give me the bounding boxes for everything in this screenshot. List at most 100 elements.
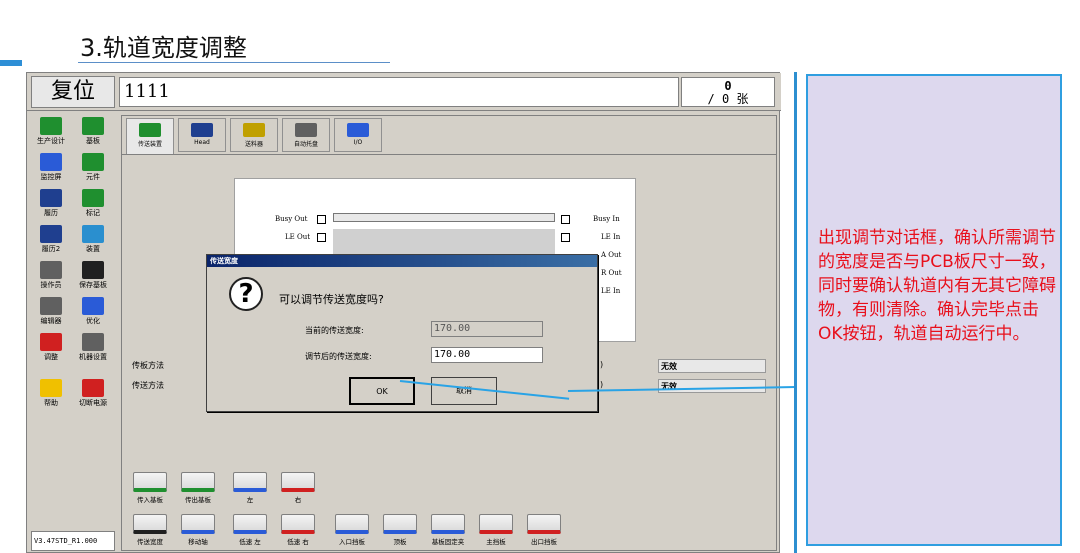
conveyor-rail	[333, 213, 555, 222]
sidebar-item-adjust[interactable]: 调整	[31, 331, 71, 367]
sidebar-item-label: 基板	[86, 137, 100, 145]
bottom-button-label: 传送宽度	[137, 538, 163, 546]
sidebar-item-editor[interactable]: 编辑器	[31, 295, 71, 331]
machine-settings-icon	[82, 333, 104, 351]
save-icon	[82, 261, 104, 279]
tray-icon	[295, 123, 317, 137]
exit-stopper-button[interactable]: 出口挡板	[522, 512, 566, 552]
sidebar-item-history2[interactable]: 履历2	[31, 223, 71, 259]
bottom-button-label: 传入基板	[137, 496, 163, 504]
main-stopper-icon	[479, 514, 513, 534]
bottom-button-label: 顶板	[393, 538, 407, 546]
board-in-button[interactable]: 传入基板	[128, 470, 172, 510]
annotation-text: 出现调节对话框，确认所需调节的宽度是否与PCB板尺寸一致，同时要确认轨道内有无其…	[818, 228, 1056, 344]
top-plate-icon	[383, 514, 417, 534]
board-out-button[interactable]: 传出基板	[176, 470, 220, 510]
sidebar-item-production-design[interactable]: 生产设计	[31, 115, 71, 151]
width-adjust-dialog: 传送宽度 ? 可以调节传送宽度吗? 当前的传送宽度: 170.00 调节后的传送…	[206, 254, 598, 412]
r-out-label: R Out	[601, 269, 622, 277]
sidebar-item-monitor[interactable]: 监控屏	[31, 151, 71, 187]
tab-label: 送料器	[244, 141, 263, 148]
bottom-button-label: 低速 右	[287, 538, 309, 546]
board-counter: 0 / 0 张	[681, 77, 775, 107]
tab-label: 自动托盘	[293, 141, 318, 148]
dialog-question: 可以调节传送宽度吗?	[279, 293, 384, 306]
left-arrow-button[interactable]: 左	[228, 470, 272, 510]
sidebar-item-label: 装置	[86, 245, 100, 253]
slow-left-icon	[233, 514, 267, 534]
help-icon	[40, 379, 62, 397]
tab-feeder[interactable]: 送料器	[230, 118, 278, 152]
sidebar-item-power[interactable]: 切断电源	[73, 377, 113, 413]
current-width-label: 当前的传送宽度:	[305, 326, 364, 335]
sidebar-item-machine-settings[interactable]: 机器设置	[73, 331, 113, 367]
sidebar-item-label: 优化	[86, 317, 100, 325]
title-accent-bar	[0, 60, 22, 66]
move-axis-button[interactable]: 移动轴	[176, 512, 220, 552]
sidebar-item-label: 操作员	[40, 281, 62, 289]
right-arrow-button[interactable]: 右	[276, 470, 320, 510]
sidebar-item-label: 编辑器	[40, 317, 62, 325]
sidebar: 生产设计 基板监控屏 元件履历 标记 履历2 装置操作员 保存基板编辑器 优化调整 机器设置帮助…	[31, 115, 117, 551]
bottom-button-label: 低速 左	[239, 538, 261, 546]
sidebar-item-history[interactable]: 履历	[31, 187, 71, 223]
device-icon	[82, 225, 104, 243]
sidebar-item-label: 机器设置	[79, 353, 107, 361]
bottom-button-label: 主挡板	[486, 538, 506, 546]
sidebar-item-component[interactable]: 元件	[73, 151, 113, 187]
version-label: V3.47STD_R1.000	[31, 531, 115, 551]
right-arrow-icon	[281, 472, 315, 492]
width-button[interactable]: 传送宽度	[128, 512, 172, 552]
busy-out-label: Busy Out	[275, 215, 308, 223]
sidebar-item-label: 生产设计	[37, 137, 65, 145]
tab-label: Head	[194, 139, 210, 146]
bottom-button-label: 传出基板	[185, 496, 211, 504]
optimize-icon	[82, 297, 104, 315]
width-icon	[133, 514, 167, 534]
sidebar-item-save[interactable]: 保存基板	[73, 259, 113, 295]
sidebar-item-label: 切断电源	[79, 399, 107, 407]
bottom-button-label: 移动轴	[188, 538, 208, 546]
a-out-label: A Out	[601, 251, 622, 259]
board-clamp-icon	[431, 514, 465, 534]
sidebar-item-help[interactable]: 帮助	[31, 377, 71, 413]
sidebar-item-board[interactable]: 基板	[73, 115, 113, 151]
sidebar-item-device[interactable]: 装置	[73, 223, 113, 259]
reset-button[interactable]: 复位	[31, 76, 115, 108]
bottom-button-label: 右	[294, 496, 302, 504]
tab-conveyor[interactable]: 传送装置	[126, 118, 174, 154]
tab-tray[interactable]: 自动托盘	[282, 118, 330, 152]
board-clamp-button[interactable]: 基板固定夹	[426, 512, 470, 552]
busy-in-check	[561, 215, 570, 224]
transfer-method-value[interactable]: 无效	[658, 359, 766, 373]
slow-right-icon	[281, 514, 315, 534]
sidebar-item-operator[interactable]: 操作员	[31, 259, 71, 295]
counter-bottom: / 0 张	[707, 92, 749, 106]
le-in-check	[561, 233, 570, 242]
sidebar-item-mark[interactable]: 标记	[73, 187, 113, 223]
bottom-button-label: 出口挡板	[531, 538, 557, 546]
bottom-button-label: 入口挡板	[339, 538, 365, 546]
history2-icon	[40, 225, 62, 243]
sidebar-item-label: 元件	[86, 173, 100, 181]
question-icon: ?	[229, 277, 263, 311]
main-stopper-button[interactable]: 主挡板	[474, 512, 518, 552]
send-method-suffix: )	[600, 380, 604, 389]
le-in-label: LE In	[601, 233, 621, 241]
sidebar-item-optimize[interactable]: 优化	[73, 295, 113, 331]
power-icon	[82, 379, 104, 397]
top-plate-button[interactable]: 顶板	[378, 512, 422, 552]
tab-io[interactable]: I/O	[334, 118, 382, 152]
le-in2-label: LE In	[601, 287, 621, 295]
entry-stopper-button[interactable]: 入口挡板	[330, 512, 374, 552]
tab-head[interactable]: Head	[178, 118, 226, 152]
head-icon	[191, 123, 213, 137]
transfer-method-suffix: )	[600, 360, 604, 369]
le-out-label: LE Out	[285, 233, 311, 241]
slow-right-button[interactable]: 低速 右	[276, 512, 320, 552]
after-width-input[interactable]: 170.00	[431, 347, 543, 363]
board-out-icon	[181, 472, 215, 492]
slow-left-button[interactable]: 低速 左	[228, 512, 272, 552]
tab-divider	[122, 154, 776, 155]
monitor-icon	[40, 153, 62, 171]
